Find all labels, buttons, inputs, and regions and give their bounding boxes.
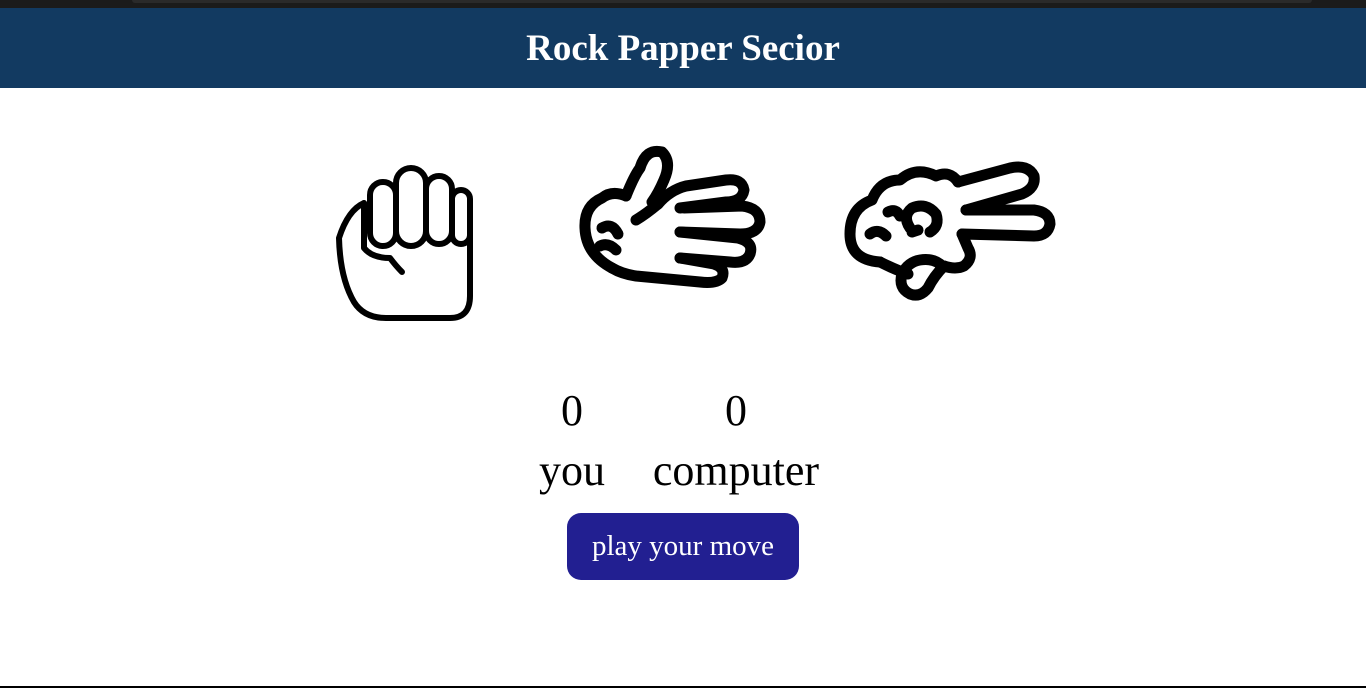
paper-open-hand-icon <box>579 145 766 288</box>
computer-score-label: computer <box>652 446 820 495</box>
user-score-value: 0 <box>561 386 583 435</box>
play-your-move-button[interactable]: play your move <box>567 513 799 580</box>
browser-top-strip-inner <box>132 0 1312 3</box>
user-score-label: you <box>539 446 605 495</box>
computer-score-value: 0 <box>725 386 747 435</box>
score-computer: 0 computer <box>636 381 836 501</box>
app-header: Rock Papper Secior <box>0 8 1366 88</box>
scissors-hand-icon <box>844 161 1056 301</box>
scissors-choice[interactable] <box>840 152 1062 304</box>
rock-fist-icon <box>336 165 473 321</box>
rock-choice[interactable] <box>326 160 480 324</box>
page-title: Rock Papper Secior <box>526 27 840 69</box>
browser-top-strip <box>0 0 1366 8</box>
paper-choice[interactable] <box>576 142 772 288</box>
score-you: 0 you <box>522 381 622 501</box>
